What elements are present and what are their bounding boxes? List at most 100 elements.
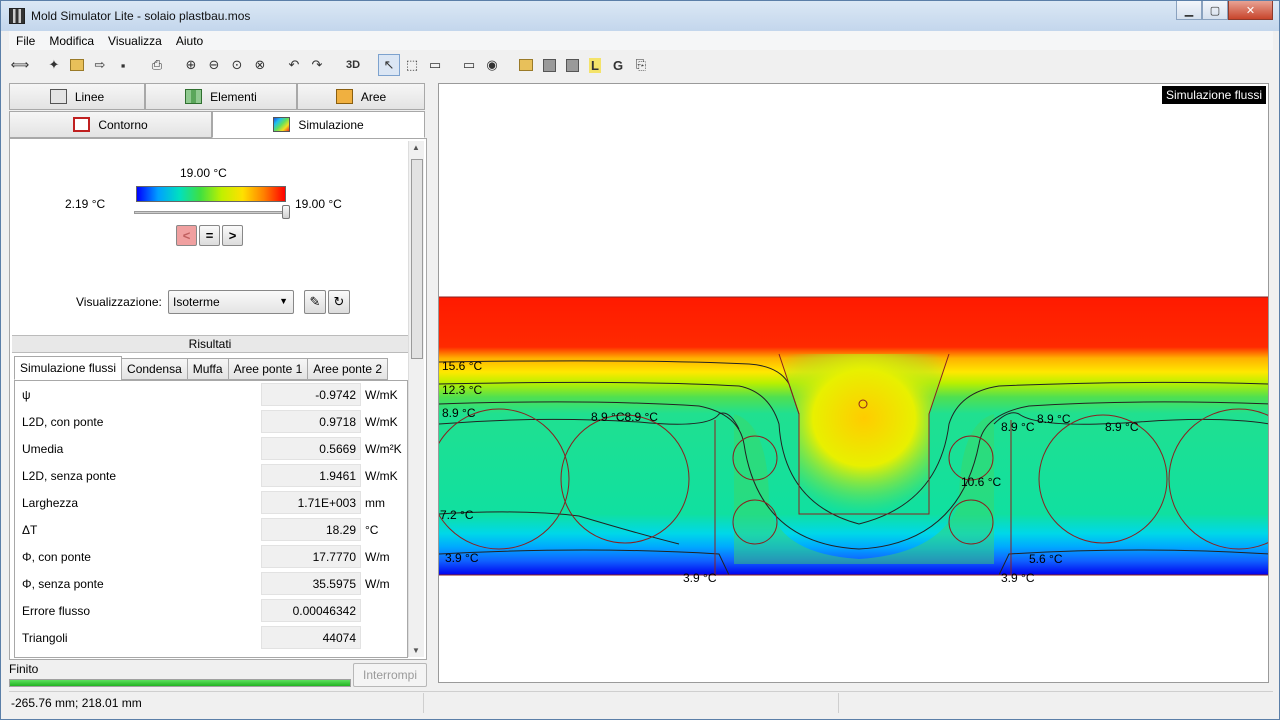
zoom-reset-icon[interactable]: ⊗: [249, 54, 271, 76]
redo-icon[interactable]: ↷: [306, 54, 328, 76]
zoom-in-icon[interactable]: ⊕: [180, 54, 202, 76]
folder-layer-icon[interactable]: [515, 54, 537, 76]
undo-icon[interactable]: ↶: [283, 54, 305, 76]
result-row: Triangoli 44074: [15, 624, 407, 651]
tab-aree-ponte-1[interactable]: Aree ponte 1: [227, 358, 309, 380]
result-row: L2D, con ponte 0.9718 W/mK: [15, 408, 407, 435]
eye-icon[interactable]: ◉: [481, 54, 503, 76]
color-scale-gradient: [136, 186, 286, 202]
isotherm-label: 8.9 °C: [442, 406, 476, 420]
isotherm-label: 12.3 °C: [442, 383, 482, 397]
display-icon[interactable]: ▭: [458, 54, 480, 76]
view-3d-button[interactable]: 3D: [340, 54, 366, 76]
zoom-fit-icon[interactable]: ⊙: [226, 54, 248, 76]
menu-modifica[interactable]: Modifica: [42, 34, 101, 48]
result-row: ΔT 18.29 °C: [15, 516, 407, 543]
tab-aree-ponte-2[interactable]: Aree ponte 2: [307, 358, 388, 380]
tab-simulazione[interactable]: Simulazione: [212, 111, 425, 138]
tab-elementi[interactable]: Elementi: [145, 83, 297, 110]
import-icon[interactable]: ⇨: [89, 54, 111, 76]
thermal-field-plot: 15.6 °C 12.3 °C 8.9 °C 8.9 °C8.9 °C 8.9 …: [439, 296, 1268, 585]
result-row: Larghezza 1.71E+003 mm: [15, 489, 407, 516]
contour-icon: [73, 117, 91, 132]
scale-max-label: 19.00 °C: [295, 197, 342, 211]
isotherm-label: 3.9 °C: [445, 551, 479, 565]
status-bar: -265.76 mm; 218.01 mm: [9, 691, 1273, 713]
menu-bar: File Modifica Visualizza Aiuto: [9, 31, 1273, 50]
areas-icon: [335, 89, 353, 104]
tab-simulazione-flussi[interactable]: Simulazione flussi: [14, 356, 123, 380]
canvas-view-tag: Simulazione flussi: [1161, 86, 1266, 104]
tab-contorno[interactable]: Contorno: [9, 111, 212, 138]
isotherm-label: 8.9 °C: [1037, 412, 1071, 426]
print-icon[interactable]: ⎙: [146, 54, 168, 76]
zoom-out-icon[interactable]: ⊖: [203, 54, 225, 76]
scroll-up-icon[interactable]: ▲: [412, 143, 420, 152]
result-row: Umedia 0.5669 W/m²K: [15, 435, 407, 462]
temperature-slider-thumb[interactable]: [282, 205, 290, 219]
isotherm-label: 8.9 °C: [1001, 420, 1035, 434]
result-row: Φ, senza ponte 35.5975 W/m: [15, 570, 407, 597]
isotherm-label: 8.9 °C8.9 °C: [591, 410, 658, 424]
fit-width-icon[interactable]: ⟺: [9, 54, 31, 76]
app-icon: [9, 8, 25, 24]
tab-condensa[interactable]: Condensa: [121, 358, 188, 380]
isotherm-label: 3.9 °C: [1001, 571, 1035, 585]
scale-current-value: 19.00 °C: [180, 166, 227, 180]
select-cursor-icon[interactable]: ↖: [378, 54, 400, 76]
tab-aree[interactable]: Aree: [297, 83, 425, 110]
interrompi-button[interactable]: Interrompi: [353, 663, 427, 687]
chevron-down-icon: ▼: [279, 296, 288, 306]
refresh-icon: ↻: [333, 294, 345, 309]
visualizzazione-select[interactable]: Isoterme ▼: [168, 290, 294, 314]
result-row: L2D, senza ponte 1.9461 W/mK: [15, 462, 407, 489]
tab-linee[interactable]: Linee: [9, 83, 145, 110]
menu-file[interactable]: File: [9, 34, 42, 48]
eyedropper-button[interactable]: ✎: [304, 290, 326, 314]
scroll-thumb[interactable]: [411, 159, 423, 359]
tab-muffa[interactable]: Muffa: [186, 358, 229, 380]
menu-aiuto[interactable]: Aiuto: [169, 34, 210, 48]
minimize-button[interactable]: ▁: [1176, 1, 1202, 20]
status-text: Finito: [9, 662, 39, 676]
layer-stack-icon[interactable]: [561, 54, 583, 76]
simulation-panel: ▲ ▼ 19.00 °C 2.19 °C 19.00 °C < = > Visu…: [9, 138, 427, 660]
label-g-icon[interactable]: G: [607, 54, 629, 76]
visualizzazione-label: Visualizzazione:: [76, 295, 162, 309]
maximize-button[interactable]: ▢: [1202, 1, 1228, 20]
next-button[interactable]: >: [222, 225, 243, 246]
result-row: ψ -0.9742 W/mK: [15, 381, 407, 408]
panel-scrollbar[interactable]: ▲ ▼: [408, 141, 424, 657]
isotherm-label: 15.6 °C: [442, 359, 482, 373]
results-header: Risultati: [12, 335, 408, 353]
lines-icon: [49, 89, 67, 104]
layer-grey-icon[interactable]: [538, 54, 560, 76]
equal-button[interactable]: =: [199, 225, 220, 246]
isotherm-label: 10.6 °C: [961, 475, 1001, 489]
toolbar: ⟺ ✦ ⇨ ▪ ⎙ ⊕ ⊖ ⊙ ⊗ ↶ ↷ 3D ↖ ⬚ ▭ ▭ ◉ L G ⎘: [9, 51, 1273, 79]
menu-visualizza[interactable]: Visualizza: [101, 34, 169, 48]
close-button[interactable]: ✕: [1228, 1, 1273, 20]
refresh-button[interactable]: ↻: [328, 290, 350, 314]
result-row: Φ, con ponte 17.7770 W/m: [15, 543, 407, 570]
title-bar[interactable]: Mold Simulator Lite - solaio plastbau.mo…: [1, 1, 1279, 31]
temperature-slider-track[interactable]: [134, 211, 286, 214]
ruler-icon[interactable]: ▭: [424, 54, 446, 76]
prev-button[interactable]: <: [176, 225, 197, 246]
results-table: ψ -0.9742 W/mK L2D, con ponte 0.9718 W/m…: [14, 380, 408, 658]
scale-min-label: 2.19 °C: [65, 197, 106, 211]
isotherm-label: 3.9 °C: [683, 571, 717, 585]
scroll-down-icon[interactable]: ▼: [412, 646, 420, 655]
label-l-icon[interactable]: L: [584, 54, 606, 76]
simulation-icon: [273, 117, 291, 132]
isotherm-label: 8.9 °C: [1105, 420, 1139, 434]
left-panel: Linee Elementi Aree Contorno Simulazione: [9, 83, 427, 660]
window-title: Mold Simulator Lite - solaio plastbau.mo…: [31, 9, 251, 23]
select-area-icon[interactable]: ⬚: [401, 54, 423, 76]
save-icon[interactable]: ▪: [112, 54, 134, 76]
simulation-canvas[interactable]: 15.6 °C 12.3 °C 8.9 °C 8.9 °C8.9 °C 8.9 …: [438, 83, 1269, 683]
export-icon[interactable]: ⎘: [630, 54, 652, 76]
progress-bar: [9, 679, 351, 687]
new-file-icon[interactable]: ✦: [43, 54, 65, 76]
open-folder-icon[interactable]: [66, 54, 88, 76]
